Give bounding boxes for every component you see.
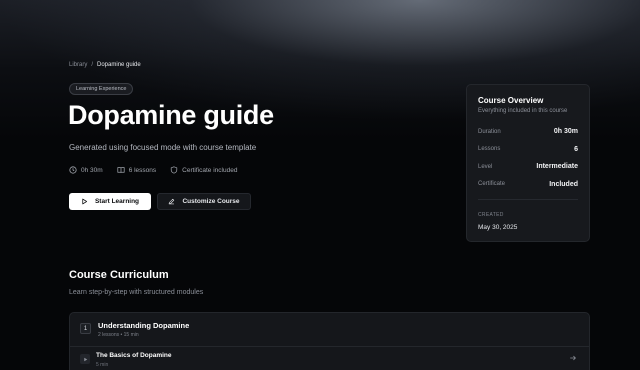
- overview-row-label: Lessons: [478, 146, 501, 153]
- course-overview-card: Course Overview Everything included in t…: [466, 84, 590, 242]
- play-icon: [82, 198, 87, 205]
- shield-icon: [170, 166, 178, 174]
- lesson-duration: 5 min: [96, 362, 109, 368]
- created-label: CREATED: [478, 212, 504, 218]
- book-icon: [117, 167, 125, 173]
- breadcrumb-library-link[interactable]: Library: [69, 62, 87, 68]
- module-card: 1 Understanding Dopamine 2 lessons • 15 …: [69, 312, 590, 370]
- overview-divider: [478, 199, 578, 200]
- course-meta: 0h 30m 6 lessons Certificate included: [69, 166, 237, 174]
- pencil-icon: [169, 198, 175, 205]
- overview-row-value: Included: [549, 180, 578, 188]
- meta-duration: 0h 30m: [69, 166, 103, 174]
- meta-certificate: Certificate included: [170, 166, 237, 174]
- page-subtitle: Generated using focused mode with course…: [69, 143, 257, 152]
- page-title: Dopamine guide: [68, 100, 274, 130]
- meta-lessons: 6 lessons: [117, 166, 156, 174]
- course-category-tag: Learning Experience: [69, 83, 134, 95]
- play-icon: [83, 357, 87, 361]
- overview-row-label: Certificate: [478, 181, 506, 188]
- overview-row-value: 6: [574, 145, 578, 153]
- customize-course-label: Customize Course: [182, 198, 240, 205]
- module-title: Understanding Dopamine: [98, 321, 190, 330]
- course-page: Library / Dopamine guide Learning Experi…: [0, 0, 640, 370]
- overview-row-label: Duration: [478, 128, 501, 135]
- created-date: May 30, 2025: [478, 224, 518, 231]
- meta-lessons-label: 6 lessons: [128, 166, 157, 174]
- breadcrumb-separator: /: [91, 62, 94, 68]
- overview-row-label: Level: [478, 163, 493, 170]
- start-learning-label: Start Learning: [94, 198, 140, 205]
- curriculum-subtitle: Learn step-by-step with structured modul…: [69, 289, 204, 296]
- meta-certificate-label: Certificate included: [182, 166, 238, 174]
- curriculum-title: Course Curriculum: [69, 269, 169, 281]
- overview-row-value: 0h 30m: [553, 128, 578, 136]
- overview-row-lessons: Lessons 6: [478, 141, 578, 159]
- overview-row-level: Level Intermediate: [478, 158, 578, 176]
- lesson-play-button[interactable]: [80, 354, 90, 364]
- lesson-item[interactable]: The Basics of Dopamine 5 min: [70, 347, 589, 370]
- arrow-right-icon[interactable]: [569, 354, 577, 362]
- overview-title: Course Overview: [478, 96, 544, 105]
- breadcrumb: Library / Dopamine guide: [69, 62, 141, 68]
- overview-row-value: Intermediate: [536, 163, 578, 171]
- start-learning-button[interactable]: Start Learning: [69, 193, 151, 210]
- module-number: 1: [80, 323, 91, 334]
- meta-duration-label: 0h 30m: [81, 166, 103, 174]
- customize-course-button[interactable]: Customize Course: [157, 193, 251, 210]
- module-meta: 2 lessons • 15 min: [98, 332, 139, 338]
- clock-icon: [69, 166, 77, 174]
- overview-subtitle: Everything included in this course: [478, 108, 568, 114]
- lesson-title: The Basics of Dopamine: [96, 352, 172, 359]
- overview-rows: Duration 0h 30m Lessons 6 Level Intermed…: [478, 123, 578, 193]
- module-header[interactable]: 1 Understanding Dopamine 2 lessons • 15 …: [70, 313, 589, 345]
- overview-row-certificate: Certificate Included: [478, 176, 578, 194]
- breadcrumb-current: Dopamine guide: [97, 62, 141, 68]
- overview-row-duration: Duration 0h 30m: [478, 123, 578, 141]
